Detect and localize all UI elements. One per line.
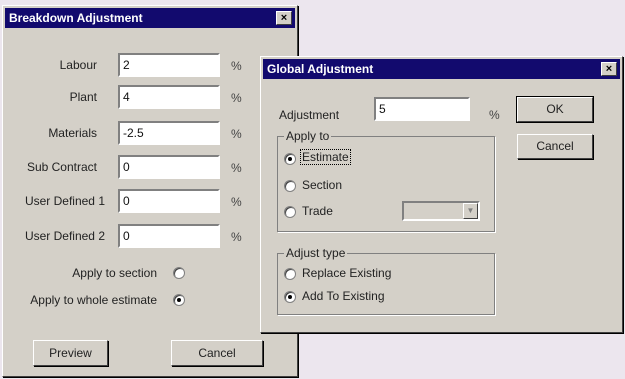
trade-dropdown[interactable]: ▼ <box>402 201 480 221</box>
adjustment-label: Adjustment <box>279 108 340 122</box>
user-defined-1-input[interactable]: 0 <box>118 189 220 213</box>
replace-existing-label: Replace Existing <box>302 266 392 280</box>
trade-radio[interactable] <box>284 206 296 218</box>
plant-input[interactable]: 4 <box>118 85 220 109</box>
materials-unit: % <box>231 127 242 141</box>
labour-label: Labour <box>59 58 97 72</box>
breakdown-cancel-label: Cancel <box>198 346 236 360</box>
global-titlebar[interactable]: Global Adjustment × <box>263 59 620 79</box>
materials-input[interactable]: -2.5 <box>118 121 220 145</box>
close-icon[interactable]: × <box>601 62 617 76</box>
sub-contract-input[interactable]: 0 <box>118 155 220 179</box>
plant-unit: % <box>231 91 242 105</box>
estimate-label-text: Estimate <box>300 149 351 165</box>
adjustment-input[interactable]: 5 <box>374 97 470 121</box>
close-icon[interactable]: × <box>276 11 292 25</box>
apply-to-whole-estimate-radio[interactable] <box>173 294 185 306</box>
radio-selected-dot <box>288 295 292 299</box>
add-to-existing-label: Add To Existing <box>302 289 385 303</box>
global-cancel-label: Cancel <box>536 139 574 153</box>
trade-label: Trade <box>302 204 333 218</box>
adjustment-unit: % <box>489 108 500 122</box>
global-adjustment-dialog: Global Adjustment × Adjustment 5 % OK Ca… <box>260 56 623 333</box>
radio-selected-dot <box>288 157 292 161</box>
estimate-label: Estimate <box>300 149 351 165</box>
section-label: Section <box>302 178 343 192</box>
labour-input[interactable]: 2 <box>118 53 220 77</box>
global-title: Global Adjustment <box>267 62 374 76</box>
breakdown-title: Breakdown Adjustment <box>9 11 143 25</box>
adjust-type-group: Adjust type Replace Existing Add To Exis… <box>277 246 495 315</box>
apply-to-whole-estimate-label: Apply to whole estimate <box>30 293 157 307</box>
ok-label: OK <box>546 102 564 116</box>
breakdown-cancel-button[interactable]: Cancel <box>171 340 263 366</box>
user-defined-2-label: User Defined 2 <box>24 229 105 243</box>
user-defined-2-unit: % <box>231 230 242 244</box>
user-defined-1-unit: % <box>231 195 242 209</box>
breakdown-adjustment-dialog: Breakdown Adjustment × Labour 2 % Plant … <box>2 5 298 377</box>
chevron-down-icon[interactable]: ▼ <box>463 203 478 219</box>
global-cancel-button[interactable]: Cancel <box>517 134 593 159</box>
replace-existing-radio[interactable] <box>284 268 296 280</box>
preview-button[interactable]: Preview <box>33 340 108 366</box>
user-defined-1-label: User Defined 1 <box>24 194 105 208</box>
estimate-radio[interactable] <box>284 153 296 165</box>
section-radio[interactable] <box>284 180 296 192</box>
materials-label: Materials <box>48 126 97 140</box>
add-to-existing-radio[interactable] <box>284 291 296 303</box>
radio-selected-dot <box>177 298 181 302</box>
apply-to-section-radio[interactable] <box>173 267 185 279</box>
sub-contract-label: Sub Contract <box>26 160 97 174</box>
apply-to-title: Apply to <box>284 129 332 143</box>
apply-to-group: Apply to Estimate Section Trade ▼ <box>277 129 495 232</box>
plant-label: Plant <box>69 90 97 104</box>
sub-contract-unit: % <box>231 161 242 175</box>
apply-to-section-label: Apply to section <box>72 266 157 280</box>
adjust-type-title: Adjust type <box>284 246 348 260</box>
preview-label: Preview <box>49 346 92 360</box>
ok-button[interactable]: OK <box>516 96 594 123</box>
breakdown-titlebar[interactable]: Breakdown Adjustment × <box>5 8 295 28</box>
labour-unit: % <box>231 59 242 73</box>
user-defined-2-input[interactable]: 0 <box>118 224 220 248</box>
